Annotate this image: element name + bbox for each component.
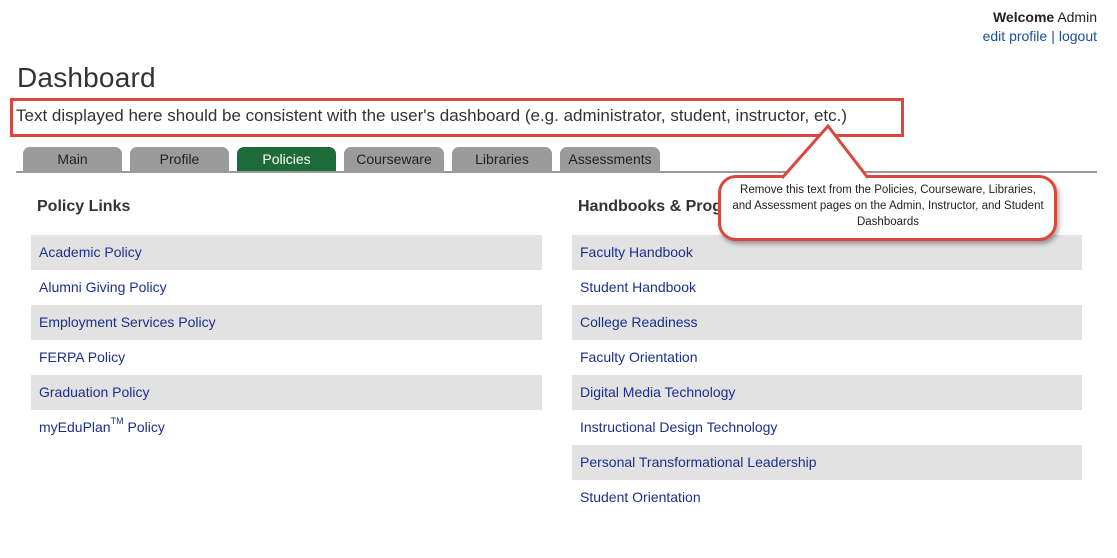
callout-text: Remove this text from the Policies, Cour… (732, 184, 1044, 228)
handbook-link[interactable]: Digital Media Technology (580, 384, 735, 400)
handbook-link[interactable]: Student Orientation (580, 489, 701, 505)
edit-profile-link[interactable]: edit profile (983, 28, 1048, 44)
link-text: Policy (123, 419, 165, 435)
handbook-link[interactable]: Instructional Design Technology (580, 419, 777, 435)
handbook-link[interactable]: Faculty Handbook (580, 244, 693, 260)
list-item: Faculty Orientation (572, 340, 1082, 375)
myeduplan-policy-link[interactable]: myEduPlanTM Policy (39, 416, 165, 435)
link-separator: | (1051, 28, 1055, 44)
policy-link[interactable]: Graduation Policy (39, 384, 150, 400)
dashboard-subtext: Text displayed here should be consistent… (16, 106, 848, 125)
callout-pointer (780, 124, 870, 180)
page-title: Dashboard (17, 62, 156, 93)
policy-link[interactable]: FERPA Policy (39, 349, 125, 365)
list-item: myEduPlanTM Policy (31, 410, 542, 445)
policy-link[interactable]: Academic Policy (39, 244, 142, 260)
policy-links-section: Policy Links Academic Policy Alumni Givi… (31, 195, 542, 445)
tab-assessments[interactable]: Assessments (560, 147, 660, 172)
trademark-sup: TM (110, 416, 124, 426)
tab-libraries[interactable]: Libraries (452, 147, 552, 172)
link-text: myEduPlan (39, 419, 111, 435)
list-item: Student Orientation (572, 480, 1082, 515)
list-item: Student Handbook (572, 270, 1082, 305)
tab-main[interactable]: Main (23, 147, 122, 172)
tab-policies[interactable]: Policies (237, 147, 336, 172)
welcome-label: Welcome (992, 9, 1055, 25)
policy-link[interactable]: Employment Services Policy (39, 314, 216, 330)
user-links: edit profile | logout (983, 27, 1097, 45)
logout-link[interactable]: logout (1059, 28, 1097, 44)
tab-divider (16, 171, 1097, 173)
list-item: Instructional Design Technology (572, 410, 1082, 445)
user-box: Welcome Admin edit profile | logout (983, 8, 1097, 45)
handbooks-section: Handbooks & Programs Faculty Handbook St… (572, 195, 1082, 515)
policy-link[interactable]: Alumni Giving Policy (39, 279, 167, 295)
handbook-link[interactable]: Student Handbook (580, 279, 696, 295)
list-item: Graduation Policy (31, 375, 542, 410)
welcome-text: Welcome Admin (983, 8, 1097, 26)
tab-profile[interactable]: Profile (130, 147, 229, 172)
list-item: Digital Media Technology (572, 375, 1082, 410)
list-item: Employment Services Policy (31, 305, 542, 340)
handbook-link[interactable]: Personal Transformational Leadership (580, 454, 817, 470)
handbook-link[interactable]: Faculty Orientation (580, 349, 698, 365)
list-item: FERPA Policy (31, 340, 542, 375)
tab-courseware[interactable]: Courseware (344, 147, 444, 172)
list-item: College Readiness (572, 305, 1082, 340)
tab-bar: Main Profile Policies Courseware Librari… (23, 147, 668, 172)
user-name: Admin (1057, 9, 1097, 25)
policy-links-heading: Policy Links (37, 198, 131, 215)
list-item: Alumni Giving Policy (31, 270, 542, 305)
handbook-link[interactable]: College Readiness (580, 314, 698, 330)
list-item: Academic Policy (31, 235, 542, 270)
list-item: Personal Transformational Leadership (572, 445, 1082, 480)
